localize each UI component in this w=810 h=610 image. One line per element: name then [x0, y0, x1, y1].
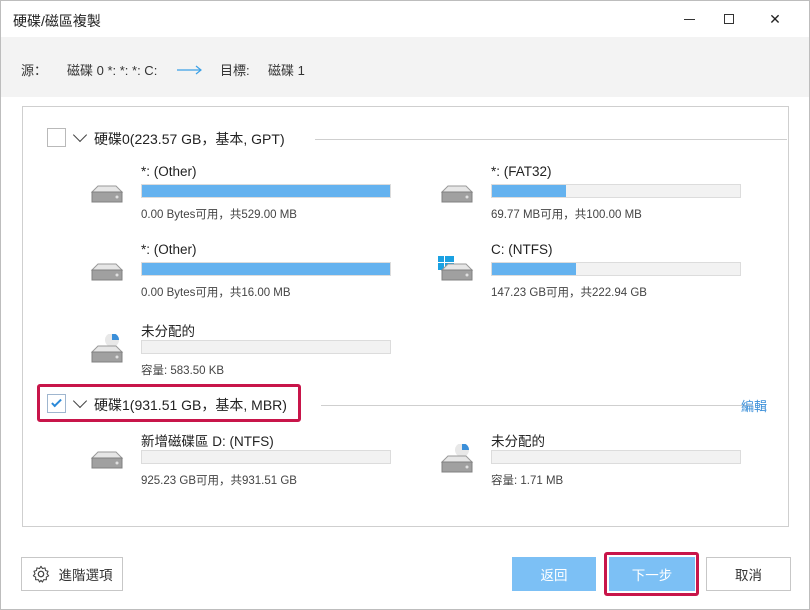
advanced-options-label: 進階選項 — [58, 568, 113, 583]
cancel-button[interactable]: 取消 — [706, 557, 791, 591]
drive-icon — [90, 185, 124, 203]
clone-dialog: 硬碟/磁區複製 ✕ 源： 磁碟 0 *: *: *: C: 目標: 磁碟 1 硬… — [0, 0, 810, 610]
partition-1-0[interactable]: 新增磁碟區 D: (NTFS) 925.23 GB可用，共931.51 GB — [88, 430, 391, 492]
next-button-highlight — [604, 552, 699, 596]
partition-0-2[interactable]: *: (Other) 0.00 Bytes可用，共16.00 MB — [88, 242, 391, 304]
partition-name: 未分配的 — [491, 434, 545, 449]
partition-name: *: (FAT32) — [491, 164, 552, 179]
usage-bar — [491, 184, 741, 198]
partition-0-4[interactable]: 未分配的 容量: 583.50 KB — [88, 320, 391, 382]
usage-bar — [491, 450, 741, 464]
partition-0-0[interactable]: *: (Other) 0.00 Bytes可用，共529.00 MB — [88, 164, 391, 226]
close-button[interactable]: ✕ — [753, 4, 797, 34]
partition-info: 0.00 Bytes可用，共529.00 MB — [141, 209, 297, 221]
partition-info: 925.23 GB可用，共931.51 GB — [141, 475, 297, 487]
partition-name: 未分配的 — [141, 324, 195, 339]
divider — [315, 139, 787, 140]
partition-name: C: (NTFS) — [491, 242, 553, 257]
partition-1-1[interactable]: 未分配的 容量: 1.71 MB — [438, 430, 741, 492]
clone-summary: 源： 磁碟 0 *: *: *: C: 目標: 磁碟 1 — [1, 37, 809, 97]
partition-info: 69.77 MB可用，共100.00 MB — [491, 209, 642, 221]
disk-header-0: 硬碟0(223.57 GB，基本, GPT) — [47, 126, 787, 150]
partition-name: *: (Other) — [141, 242, 197, 257]
disk-0-checkbox[interactable] — [47, 128, 66, 147]
disk-0-label: 硬碟0(223.57 GB，基本, GPT) — [94, 131, 285, 147]
divider — [321, 405, 753, 406]
maximize-button[interactable] — [707, 4, 751, 34]
source-value: 磁碟 0 *: *: *: C: — [67, 63, 158, 78]
partition-info: 容量: 1.71 MB — [491, 475, 564, 487]
drive-icon — [440, 185, 474, 203]
partition-name: 新增磁碟區 D: (NTFS) — [141, 434, 274, 449]
target-label: 目標: — [220, 63, 250, 78]
back-button[interactable]: 返回 — [512, 557, 596, 591]
gear-icon — [32, 565, 49, 583]
usage-bar — [141, 450, 391, 464]
partition-0-3[interactable]: C: (NTFS) 147.23 GB可用，共222.94 GB — [438, 242, 741, 304]
unallocated-drive-icon — [440, 444, 474, 473]
partition-info: 容量: 583.50 KB — [141, 365, 225, 377]
usage-bar — [491, 262, 741, 276]
drive-icon — [90, 263, 124, 281]
usage-bar — [141, 340, 391, 354]
close-icon: ✕ — [769, 10, 781, 27]
arrow-right-icon — [177, 65, 202, 75]
minimize-icon — [683, 18, 695, 20]
disk-1-highlight — [37, 384, 301, 422]
partition-info: 0.00 Bytes可用，共16.00 MB — [141, 287, 291, 299]
chevron-down-icon[interactable] — [72, 127, 88, 143]
window-title: 硬碟/磁區複製 — [13, 13, 101, 29]
partition-info: 147.23 GB可用，共222.94 GB — [491, 287, 647, 299]
maximize-icon — [724, 14, 734, 24]
minimize-button[interactable] — [667, 4, 711, 34]
disk-list: 硬碟0(223.57 GB，基本, GPT) *: (Other) 0.00 B… — [22, 106, 789, 527]
unallocated-drive-icon — [90, 334, 124, 363]
partition-0-1[interactable]: *: (FAT32) 69.77 MB可用，共100.00 MB — [438, 164, 741, 226]
drive-icon — [90, 451, 124, 469]
usage-bar — [141, 184, 391, 198]
advanced-options-button[interactable]: 進階選項 — [21, 557, 123, 591]
partition-name: *: (Other) — [141, 164, 197, 179]
usage-bar — [141, 262, 391, 276]
target-value: 磁碟 1 — [268, 63, 305, 78]
edit-link[interactable]: 編輯 — [741, 396, 767, 415]
title-bar: 硬碟/磁區複製 ✕ — [1, 1, 809, 37]
source-label: 源： — [21, 63, 48, 78]
windows-drive-icon — [438, 256, 474, 281]
